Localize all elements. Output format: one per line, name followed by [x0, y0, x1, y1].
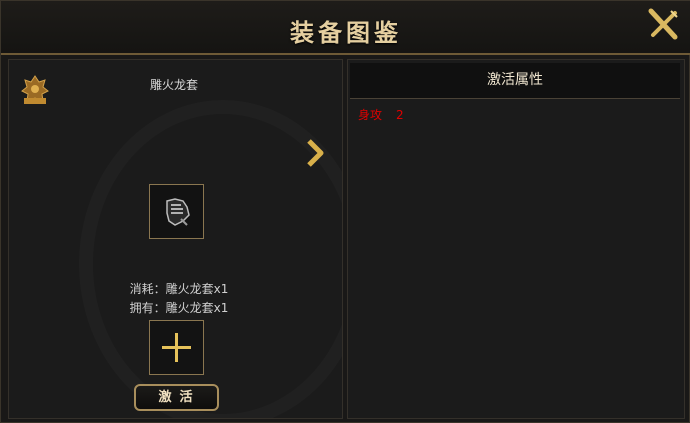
attributes-panel: 激活属性 身攻 2: [347, 59, 685, 419]
equipment-atlas-window: 装备图鉴 雕火龙套 消耗：雕火龙套x1 拥有：雕火龙套x1 激活 激活属性 身攻…: [0, 0, 690, 423]
next-arrow-icon[interactable]: [304, 138, 326, 168]
item-name: 雕火龙套: [149, 78, 198, 92]
close-button[interactable]: [645, 7, 681, 43]
plus-icon: [162, 333, 191, 362]
title-bar: 装备图鉴: [1, 1, 690, 55]
owned-text: 拥有：雕火龙套x1: [129, 301, 229, 315]
attribute-row: 身攻 2: [358, 106, 404, 123]
add-material-slot[interactable]: [149, 320, 204, 375]
window-title: 装备图鉴: [290, 18, 402, 47]
attribute-value: 2: [396, 108, 404, 122]
item-slot[interactable]: [149, 184, 204, 239]
attributes-header: 激活属性: [350, 63, 680, 99]
item-panel: 雕火龙套 消耗：雕火龙套x1 拥有：雕火龙套x1 激活: [8, 59, 343, 419]
activate-button[interactable]: 激活: [134, 384, 219, 411]
gauntlet-icon: [166, 198, 190, 226]
crest-icon: [21, 74, 49, 106]
cost-text: 消耗：雕火龙套x1: [129, 282, 229, 296]
attribute-label: 身攻: [358, 108, 383, 122]
close-icon: [648, 8, 678, 40]
